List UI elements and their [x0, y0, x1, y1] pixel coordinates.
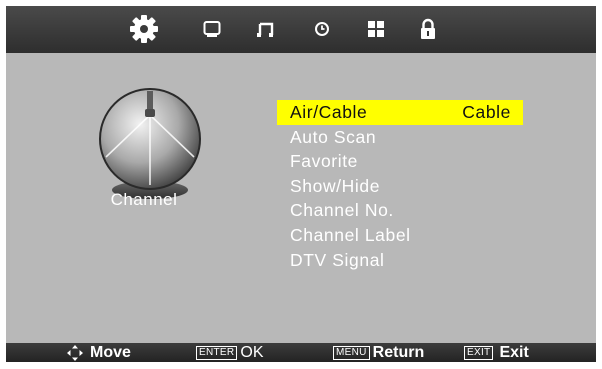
top-tab-bar	[6, 6, 596, 53]
menu-item-channel-label[interactable]: Channel Label	[277, 223, 523, 248]
menu-item-air-cable[interactable]: Air/Cable Cable	[277, 100, 523, 125]
music-note-icon	[257, 22, 274, 37]
tab-options[interactable]	[356, 13, 396, 45]
menu-item-label: Channel Label	[290, 224, 411, 245]
menu-item-dtv-signal[interactable]: DTV Signal	[277, 248, 523, 273]
tv-icon	[203, 21, 221, 37]
satellite-dish-icon	[99, 88, 201, 199]
hint-bar: Move ENTER OK MENU Return EXIT Exit	[6, 343, 596, 362]
menu-content: Channel Air/Cable Cable Auto Scan Favori…	[6, 53, 596, 343]
menu-item-value: Cable	[462, 102, 511, 122]
ok-hint: ENTER OK	[196, 343, 264, 362]
menu-item-label: Air/Cable	[290, 102, 368, 122]
section-label: Channel	[110, 190, 178, 209]
menu-item-label: DTV Signal	[290, 249, 385, 270]
tab-sound[interactable]	[246, 13, 286, 45]
arrows-icon	[67, 344, 83, 361]
menu-key: MENU	[333, 345, 370, 360]
tab-setup[interactable]	[124, 13, 164, 45]
menu-item-label: Favorite	[290, 151, 359, 172]
grid-icon	[368, 21, 384, 37]
exit-key: EXIT	[464, 345, 494, 360]
move-label: Move	[90, 343, 131, 361]
exit-hint: EXIT Exit	[464, 343, 529, 362]
menu-item-channel-no[interactable]: Channel No.	[277, 198, 523, 223]
channel-menu: Air/Cable Cable Auto Scan Favorite Show/…	[277, 100, 523, 272]
tab-lock[interactable]	[408, 13, 448, 45]
ok-label: OK	[240, 343, 264, 361]
menu-item-show-hide[interactable]: Show/Hide	[277, 174, 523, 199]
gear-icon	[130, 15, 158, 43]
enter-key: ENTER	[196, 345, 238, 360]
menu-item-label: Show/Hide	[290, 175, 381, 196]
clock-icon	[315, 22, 329, 36]
tab-time[interactable]	[302, 13, 342, 45]
tv-menu-screen: Channel Air/Cable Cable Auto Scan Favori…	[6, 6, 596, 362]
move-hint: Move	[66, 343, 131, 362]
menu-item-label: Auto Scan	[290, 126, 377, 147]
menu-item-favorite[interactable]: Favorite	[277, 149, 523, 174]
return-label: Return	[372, 343, 425, 361]
exit-label: Exit	[499, 343, 529, 361]
tab-picture[interactable]	[192, 13, 232, 45]
menu-item-label: Channel No.	[290, 200, 394, 221]
return-hint: MENU Return	[333, 343, 424, 362]
menu-item-auto-scan[interactable]: Auto Scan	[277, 125, 523, 150]
lock-icon	[421, 18, 435, 39]
